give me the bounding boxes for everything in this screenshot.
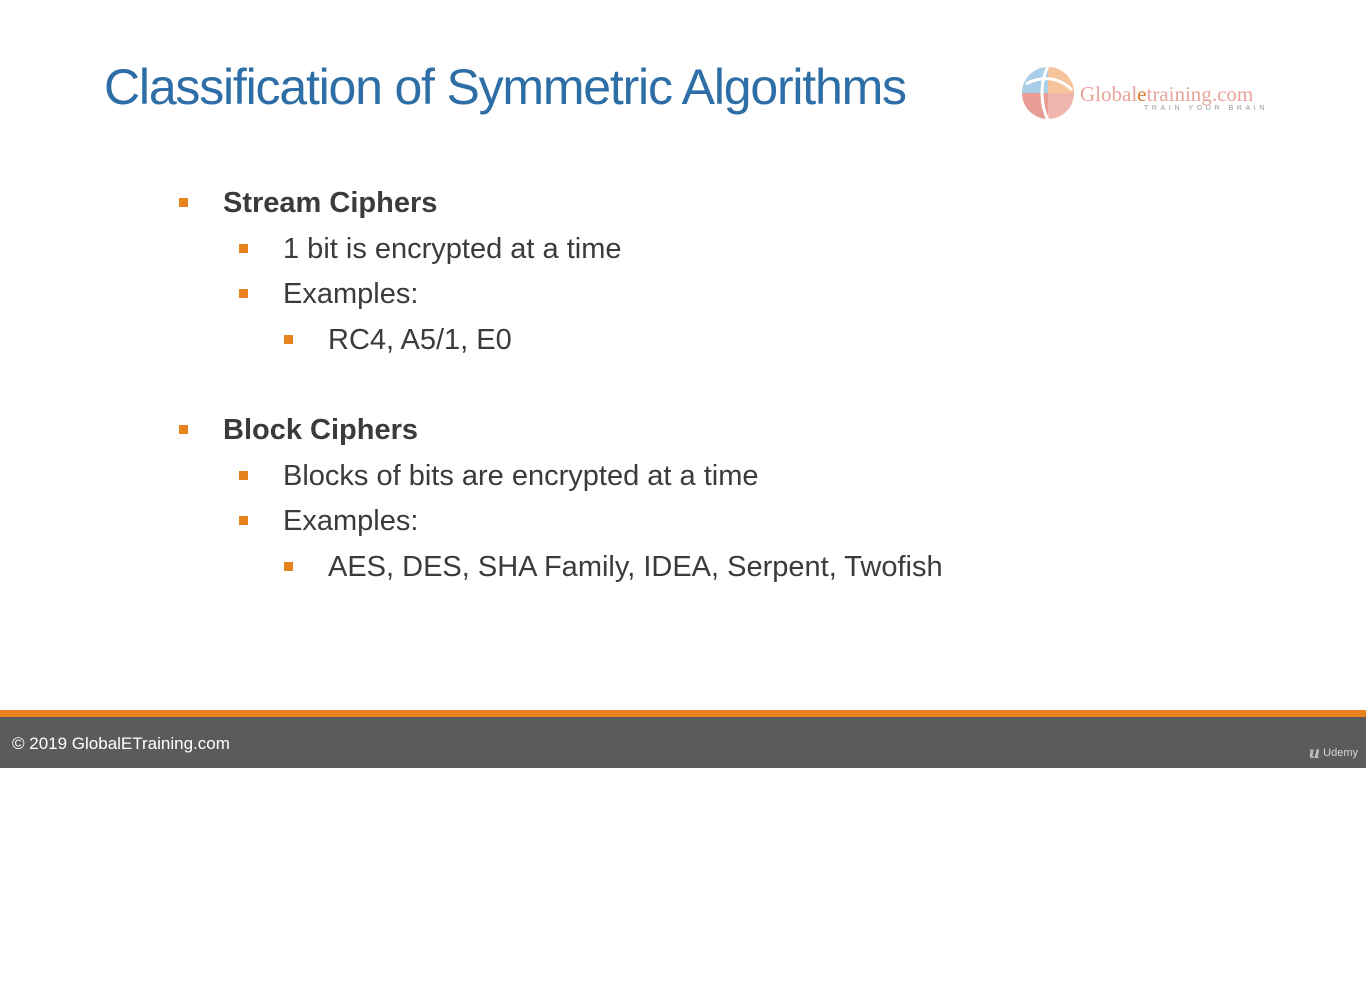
square-bullet-icon	[179, 425, 188, 434]
logo-brand-prefix: Global	[1080, 82, 1138, 106]
square-bullet-icon	[239, 289, 248, 298]
bullet-text: AES, DES, SHA Family, IDEA, Serpent, Two…	[328, 551, 943, 583]
slide-title: Classification of Symmetric Algorithms	[104, 59, 907, 115]
logo-tagline: TRAIN YOUR BRAIN	[1144, 105, 1268, 112]
bullet-stream-examples: RC4, A5/1, E0	[284, 322, 512, 358]
logo-brand-suffix: training	[1146, 82, 1212, 106]
udemy-watermark: u Udemy	[1309, 743, 1358, 762]
globaletraining-logo: Globaletraining.com TRAIN YOUR BRAIN	[1018, 62, 1268, 124]
logo-domain: .com	[1211, 82, 1254, 106]
square-bullet-icon	[179, 198, 188, 207]
slide: Classification of Symmetric Algorithms G…	[0, 0, 1366, 768]
footer-accent-stripe	[0, 710, 1366, 717]
bullet-text: Examples:	[283, 505, 419, 537]
square-bullet-icon	[239, 471, 248, 480]
bullet-block-examples: AES, DES, SHA Family, IDEA, Serpent, Two…	[284, 549, 943, 585]
bullet-stream-point-2: Examples:	[239, 276, 419, 312]
square-bullet-icon	[239, 244, 248, 253]
bullet-stream-point-1: 1 bit is encrypted at a time	[239, 231, 622, 267]
square-bullet-icon	[284, 335, 293, 344]
square-bullet-icon	[239, 516, 248, 525]
bullet-text: Blocks of bits are encrypted at a time	[283, 460, 759, 492]
logo-wordmark: Globaletraining.com	[1080, 82, 1253, 107]
bullet-text: RC4, A5/1, E0	[328, 324, 512, 356]
footer-copyright: © 2019 GlobalETraining.com	[12, 734, 230, 753]
logo-globe-icon	[1022, 65, 1074, 121]
bullet-text: 1 bit is encrypted at a time	[283, 233, 622, 265]
bullet-block-point-1: Blocks of bits are encrypted at a time	[239, 458, 759, 494]
bullet-text: Block Ciphers	[223, 414, 418, 446]
bullet-stream-ciphers: Stream Ciphers	[179, 185, 438, 221]
square-bullet-icon	[284, 562, 293, 571]
bullet-text: Examples:	[283, 278, 419, 310]
bullet-block-point-2: Examples:	[239, 503, 419, 539]
bullet-block-ciphers: Block Ciphers	[179, 412, 418, 448]
udemy-logo-icon: u	[1308, 743, 1321, 762]
bullet-text: Stream Ciphers	[223, 187, 438, 219]
footer-bar: © 2019 GlobalETraining.com u Udemy	[0, 717, 1366, 768]
udemy-watermark-text: Udemy	[1323, 747, 1358, 759]
